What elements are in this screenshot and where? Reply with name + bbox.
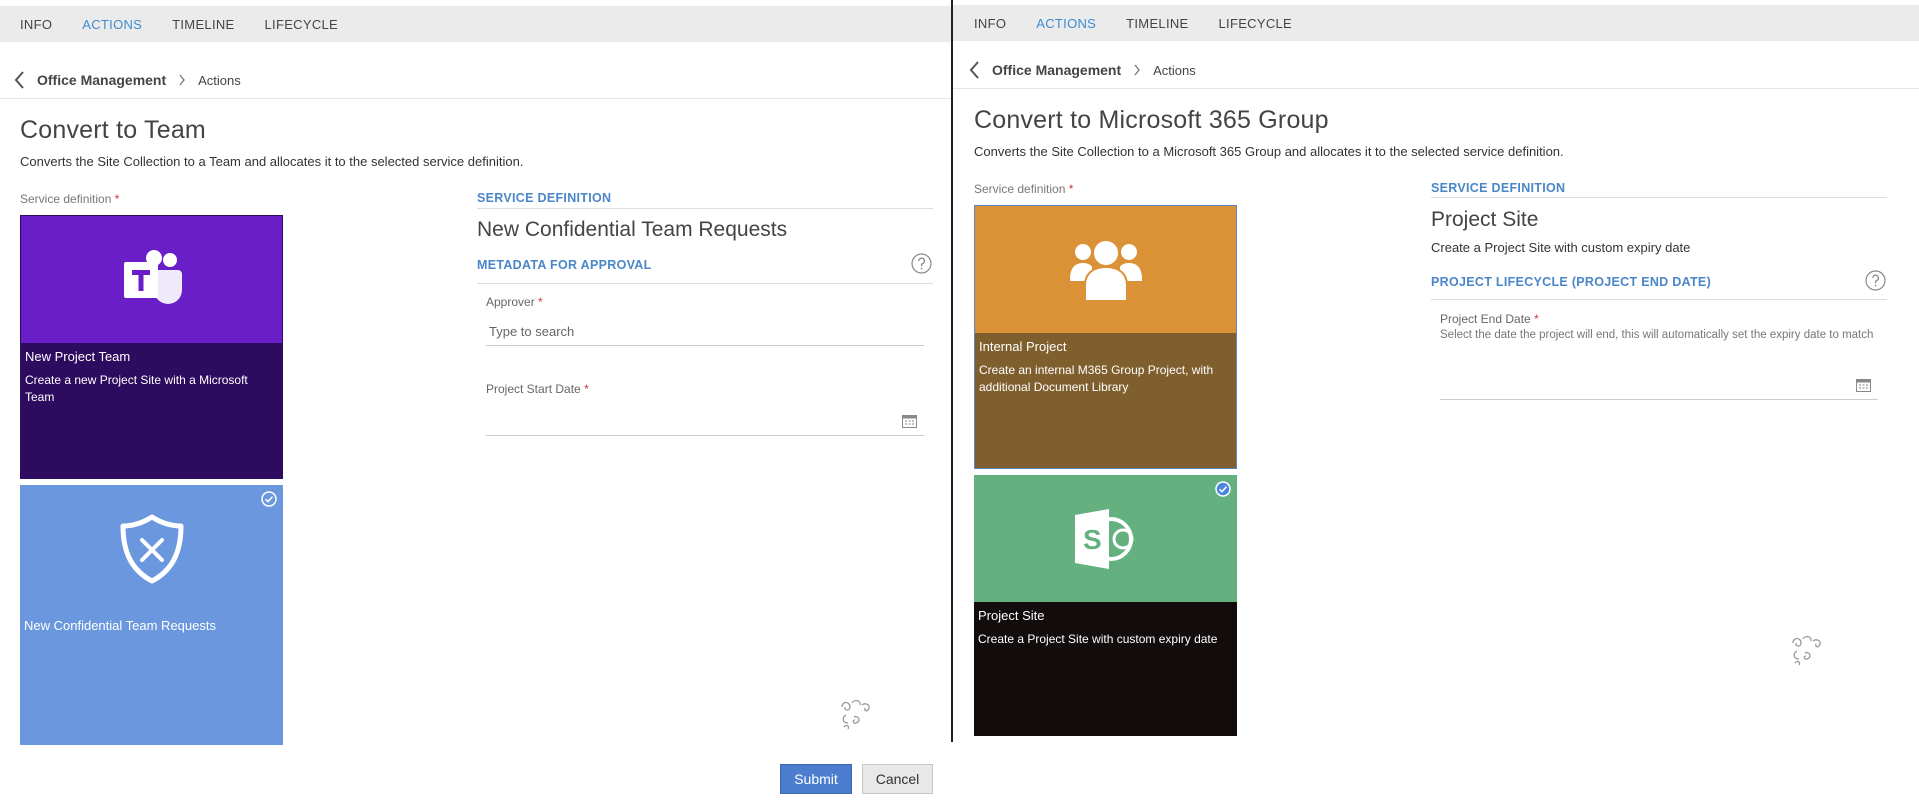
breadcrumb-parent[interactable]: Office Management (37, 72, 166, 88)
tile-description: Create a new Project Site with a Microso… (25, 373, 248, 404)
chevron-right-icon (1134, 64, 1140, 76)
tile-name: Internal Project (979, 339, 1067, 354)
service-definition-label: Service definition * (974, 182, 1074, 196)
service-tile-project-site[interactable]: S Project Site Create a Project Site wit… (974, 475, 1237, 736)
page-description: Converts the Site Collection to a Micros… (974, 144, 1564, 159)
page-title: Convert to Team (20, 116, 206, 144)
tab-lifecycle[interactable]: LIFECYCLE (1219, 16, 1293, 31)
back-chevron-icon[interactable] (14, 71, 25, 89)
chevron-right-icon (179, 74, 185, 86)
project-end-date-input[interactable] (1440, 372, 1878, 400)
svg-text:S: S (1083, 524, 1102, 555)
submit-button[interactable]: Submit (780, 764, 852, 794)
tile-header (20, 485, 283, 612)
back-chevron-icon[interactable] (969, 61, 980, 79)
tile-header: S (974, 475, 1237, 602)
tile-description: Create a Project Site with custom expiry… (978, 632, 1218, 646)
project-end-date-label: Project End Date * (1440, 312, 1539, 326)
tile-header (975, 206, 1236, 333)
section-divider (477, 208, 933, 209)
service-definition-heading: SERVICE DEFINITION (1431, 181, 1566, 195)
metadata-heading: METADATA FOR APPROVAL (477, 258, 652, 272)
breadcrumb-current: Actions (198, 72, 241, 88)
service-definition-heading: SERVICE DEFINITION (477, 191, 612, 205)
cancel-button[interactable]: Cancel (862, 764, 933, 794)
tile-name: New Project Team (25, 349, 131, 364)
tab-timeline[interactable]: TIMELINE (172, 17, 234, 32)
service-definition-label: Service definition * (20, 192, 120, 206)
section-divider (1431, 197, 1887, 198)
section-divider (477, 283, 933, 284)
tile-name: New Confidential Team Requests (24, 618, 216, 633)
teams-icon (123, 249, 182, 304)
tab-actions[interactable]: ACTIONS (1036, 16, 1096, 31)
right-panel: INFO ACTIONS TIMELINE LIFECYCLE Office M… (953, 0, 1919, 812)
calendar-icon[interactable] (1856, 378, 1871, 392)
approver-label: Approver * (486, 295, 543, 309)
service-tile-internal-project[interactable]: Internal Project Create an internal M365… (974, 205, 1237, 469)
breadcrumb: Office Management Actions (14, 71, 241, 89)
tab-bar: INFO ACTIONS TIMELINE LIFECYCLE (0, 6, 951, 42)
calendar-icon[interactable] (902, 414, 917, 428)
service-definition-description: Create a Project Site with custom expiry… (1431, 240, 1691, 255)
tab-info[interactable]: INFO (20, 17, 52, 32)
service-definition-value: New Confidential Team Requests (477, 218, 788, 241)
page-description: Converts the Site Collection to a Team a… (20, 154, 524, 169)
tile-body: Internal Project Create an internal M365… (975, 333, 1236, 468)
service-tile-new-project-team[interactable]: New Project Team Create a new Project Si… (20, 215, 283, 479)
tab-info[interactable]: INFO (974, 16, 1006, 31)
people-group-icon (1069, 238, 1142, 302)
tab-lifecycle[interactable]: LIFECYCLE (265, 17, 339, 32)
service-tile-new-confidential-team-requests[interactable]: New Confidential Team Requests (20, 485, 283, 745)
sharepoint-icon: S (1074, 508, 1133, 569)
page-title: Convert to Microsoft 365 Group (974, 106, 1329, 134)
project-end-date-help: Select the date the project will end, th… (1440, 329, 1874, 341)
shield-x-icon (120, 514, 183, 583)
header-divider (953, 88, 1919, 89)
tile-header (21, 216, 282, 343)
tab-actions[interactable]: ACTIONS (82, 17, 142, 32)
project-start-date-label: Project Start Date * (486, 382, 589, 396)
header-divider (0, 98, 951, 99)
breadcrumb-parent[interactable]: Office Management (992, 62, 1121, 78)
breadcrumb-current: Actions (1153, 62, 1196, 78)
help-icon[interactable] (1865, 270, 1886, 291)
selected-check-icon (261, 491, 277, 507)
left-panel: INFO ACTIONS TIMELINE LIFECYCLE Office M… (0, 0, 951, 812)
tile-name: Project Site (978, 608, 1045, 623)
tab-timeline[interactable]: TIMELINE (1126, 16, 1188, 31)
help-icon[interactable] (911, 253, 932, 274)
project-lifecycle-heading: PROJECT LIFECYCLE (PROJECT END DATE) (1431, 275, 1712, 289)
section-divider (1431, 299, 1887, 300)
tab-bar: INFO ACTIONS TIMELINE LIFECYCLE (953, 5, 1919, 41)
loading-spinner-icon (841, 699, 870, 730)
tile-description: Create an internal M365 Group Project, w… (979, 363, 1214, 394)
breadcrumb: Office Management Actions (969, 61, 1196, 79)
approver-search-input[interactable] (486, 318, 924, 346)
tile-body: Project Site Create a Project Site with … (974, 602, 1237, 736)
tile-body: New Confidential Team Requests (20, 612, 283, 745)
project-start-date-input[interactable] (486, 408, 924, 436)
selected-check-icon (1215, 481, 1231, 497)
loading-spinner-icon (1792, 635, 1821, 666)
tile-body: New Project Team Create a new Project Si… (21, 343, 282, 478)
service-definition-value: Project Site (1431, 208, 1539, 231)
